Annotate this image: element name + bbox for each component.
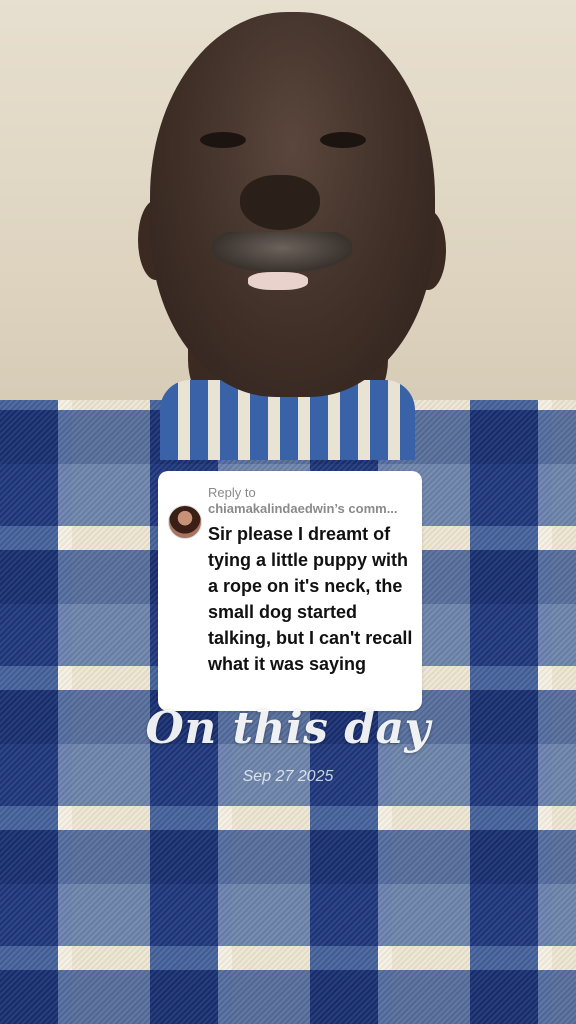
memory-date: Sep 27 2025: [242, 768, 334, 785]
commenter-avatar[interactable]: [168, 505, 202, 539]
comment-reply-card[interactable]: Reply to chiamakalindaedwin’s comm... Si…: [158, 471, 422, 711]
person-eye-left: [200, 132, 246, 148]
comment-text: Sir please I dreamt of tying a little pu…: [208, 524, 413, 674]
person-mustache: [212, 232, 352, 272]
on-this-day-title: On this day: [145, 703, 431, 754]
person-mouth: [248, 272, 308, 290]
commenter-username[interactable]: chiamakalindaedwin’s comm...: [208, 501, 414, 517]
reply-to-label: Reply to: [208, 485, 256, 500]
person-nose: [240, 175, 320, 230]
reply-header: Reply to chiamakalindaedwin’s comm...: [208, 485, 414, 517]
person-eye-right: [320, 132, 366, 148]
